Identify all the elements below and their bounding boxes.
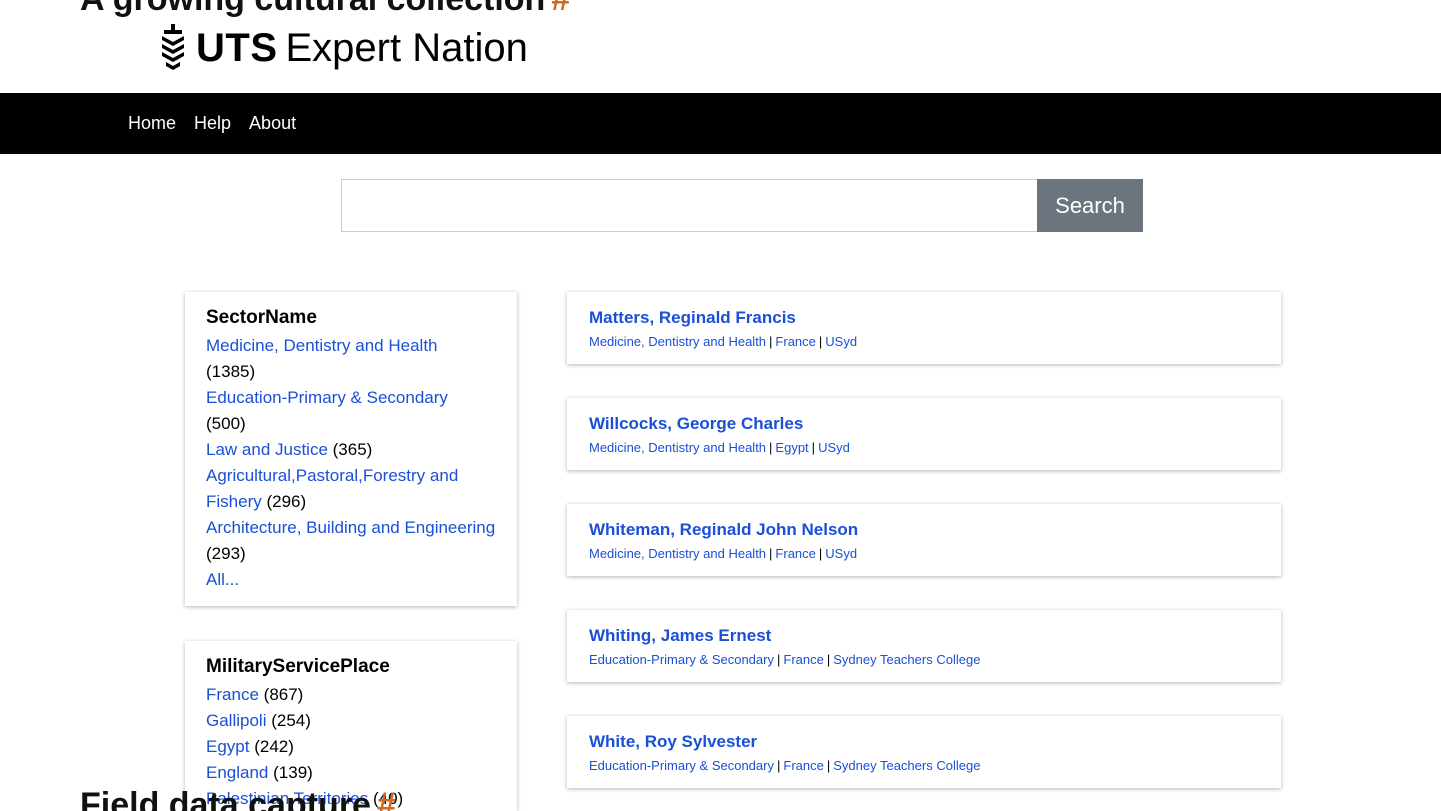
nav-help[interactable]: Help: [194, 113, 231, 134]
logo-uts-text: UTS: [196, 25, 278, 70]
facet-count: (867): [263, 685, 304, 704]
result-institution-link[interactable]: Sydney Teachers College: [833, 758, 980, 773]
facet-item: England (139): [206, 760, 496, 786]
facet-link[interactable]: Architecture, Building and Engineering: [206, 518, 495, 537]
main-navbar: Home Help About: [0, 93, 1441, 154]
search-button[interactable]: Search: [1037, 179, 1143, 232]
overlay-heading-top-text: A growing cultural collection: [80, 0, 545, 18]
facet-item: Medicine, Dentistry and Health (1385): [206, 333, 496, 385]
result-name-link[interactable]: Willcocks, George Charles: [589, 414, 1259, 434]
separator: |: [818, 334, 823, 349]
facet-item: Agricultural,Pastoral,Forestry and Fishe…: [206, 463, 496, 515]
result-place-link[interactable]: France: [775, 546, 815, 561]
facet-title: MilitaryServicePlace: [206, 656, 390, 677]
nav-about[interactable]: About: [249, 113, 296, 134]
facet-item: Education-Primary & Secondary (500): [206, 385, 496, 437]
facet-link[interactable]: England: [206, 763, 268, 782]
result-name-link[interactable]: Whiteman, Reginald John Nelson: [589, 520, 1259, 540]
facet-count: (365): [332, 440, 373, 459]
facet-count: (254): [271, 711, 311, 730]
result-meta: Medicine, Dentistry and Health | France | US…: [589, 334, 1259, 349]
result-card: Willcocks, George Charles Medicine, Dent…: [567, 398, 1281, 470]
facet-item: Egypt (242): [206, 734, 496, 760]
facet-item: Law and Justice (365): [206, 437, 496, 463]
result-meta: Education-Primary & Secondary | France | Syd…: [589, 652, 1259, 667]
facet-link[interactable]: Education-Primary & Secondary: [206, 388, 448, 407]
facet-all-link[interactable]: All...: [206, 567, 496, 593]
anchor-hash[interactable]: #: [377, 786, 396, 811]
facet-link[interactable]: Egypt: [206, 737, 249, 756]
overlay-heading-bottom-text: Field data capture: [80, 786, 371, 811]
nav-home[interactable]: Home: [128, 113, 176, 134]
result-place-link[interactable]: France: [783, 652, 823, 667]
result-meta: Medicine, Dentistry and Health | Egypt | USy…: [589, 440, 1259, 455]
separator: |: [826, 652, 831, 667]
uts-crest-icon: [162, 24, 184, 70]
anchor-hash[interactable]: #: [551, 0, 570, 18]
facet-item: Architecture, Building and Engineering (…: [206, 515, 496, 567]
separator: |: [769, 334, 773, 349]
search-bar: Search: [341, 179, 1143, 232]
result-institution-link[interactable]: Sydney Teachers College: [833, 652, 980, 667]
result-card: Matters, Reginald Francis Medicine, Dent…: [567, 292, 1281, 364]
facet-count: (296): [266, 492, 307, 511]
facet-link[interactable]: France: [206, 685, 259, 704]
facet-title: SectorName: [206, 307, 317, 328]
overlay-heading-top: A growing cultural collection #: [80, 0, 570, 19]
facet-link[interactable]: Medicine, Dentistry and Health: [206, 336, 438, 355]
separator: |: [769, 546, 773, 561]
result-place-link[interactable]: Egypt: [775, 440, 808, 455]
result-meta: Education-Primary & Secondary | France | Syd…: [589, 758, 1259, 773]
separator: |: [776, 652, 781, 667]
result-card: White, Roy Sylvester Education-Primary &…: [567, 716, 1281, 788]
result-place-link[interactable]: France: [775, 334, 815, 349]
result-name-link[interactable]: Whiting, James Ernest: [589, 626, 1259, 646]
result-institution-link[interactable]: USyd: [818, 440, 850, 455]
result-sector-link[interactable]: Medicine, Dentistry and Health: [589, 546, 766, 561]
separator: |: [811, 440, 816, 455]
result-institution-link[interactable]: USyd: [825, 546, 857, 561]
separator: |: [776, 758, 781, 773]
result-sector-link[interactable]: Medicine, Dentistry and Health: [589, 440, 766, 455]
separator: |: [818, 546, 823, 561]
result-card: Whiting, James Ernest Education-Primary …: [567, 610, 1281, 682]
facet-link[interactable]: Law and Justice: [206, 440, 328, 459]
facet-sectorname: SectorName Medicine, Dentistry and Healt…: [185, 292, 517, 606]
site-title: Expert Nation: [285, 25, 528, 70]
facet-item: Gallipoli (254): [206, 708, 496, 734]
overlay-heading-bottom: Field data capture #: [80, 786, 396, 811]
result-name-link[interactable]: Matters, Reginald Francis: [589, 308, 1259, 328]
result-card: Whiteman, Reginald John Nelson Medicine,…: [567, 504, 1281, 576]
result-meta: Medicine, Dentistry and Health | France | US…: [589, 546, 1259, 561]
result-sector-link[interactable]: Medicine, Dentistry and Health: [589, 334, 766, 349]
result-sector-link[interactable]: Education-Primary & Secondary: [589, 652, 774, 667]
facet-count: (242): [254, 737, 294, 756]
facet-count: (139): [273, 763, 313, 782]
facet-link[interactable]: Gallipoli: [206, 711, 266, 730]
separator: |: [769, 440, 773, 455]
site-logo[interactable]: UTS Expert Nation: [158, 20, 528, 76]
facet-link[interactable]: Agricultural,Pastoral,Forestry and Fishe…: [206, 466, 458, 511]
result-sector-link[interactable]: Education-Primary & Secondary: [589, 758, 774, 773]
result-place-link[interactable]: France: [783, 758, 823, 773]
result-institution-link[interactable]: USyd: [825, 334, 857, 349]
search-input[interactable]: [341, 179, 1037, 232]
result-name-link[interactable]: White, Roy Sylvester: [589, 732, 1259, 752]
facet-count: (293): [206, 544, 246, 563]
facet-count: (500): [206, 414, 246, 433]
separator: |: [826, 758, 831, 773]
facet-item: France (867): [206, 682, 496, 708]
facet-count: (1385): [206, 362, 256, 381]
